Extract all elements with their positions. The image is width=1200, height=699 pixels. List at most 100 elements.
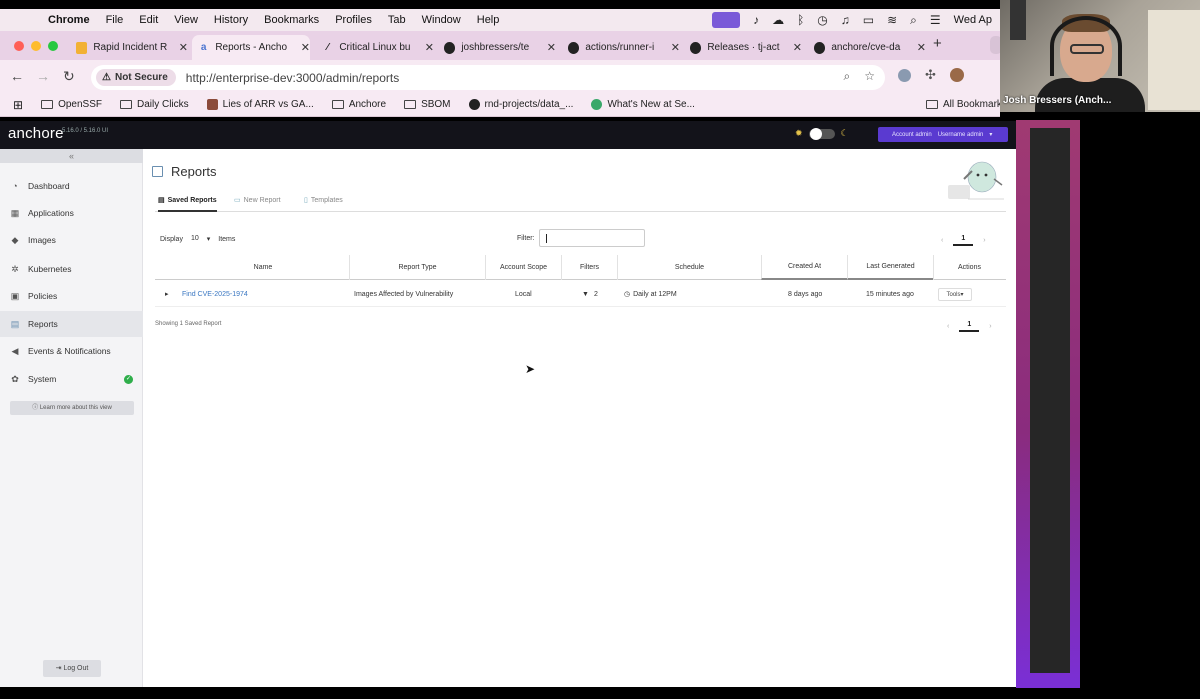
report-name-link[interactable]: Find CVE-2025-1974 (182, 281, 248, 307)
sidebar-item-kubernetes[interactable]: ✲ Kubernetes (0, 256, 143, 282)
search-icon[interactable]: ⌕ (910, 13, 917, 28)
close-icon[interactable]: ✕ (425, 41, 434, 54)
toggle-track[interactable] (808, 127, 835, 140)
close-window-icon[interactable] (14, 41, 24, 51)
column-header-schedule[interactable]: Schedule (617, 255, 761, 280)
bookmark-item[interactable]: OpenSSF (41, 99, 102, 110)
menu-window[interactable]: Window (422, 14, 461, 26)
browser-tab[interactable]: Rapid Incident R ✕ (70, 35, 188, 60)
folder-icon (41, 100, 54, 109)
sidebar-item-system[interactable]: ✿ System ✓ (0, 366, 143, 392)
bluetooth-icon[interactable]: ᛒ (797, 13, 804, 27)
browser-tab[interactable]: ⁄ Critical Linux bu ✕ (316, 35, 434, 60)
close-icon[interactable]: ✕ (547, 41, 556, 54)
apps-grid-icon[interactable]: ⊞ (13, 98, 23, 112)
menu-file[interactable]: File (106, 14, 124, 26)
url-text[interactable]: http://enterprise-dev:3000/admin/reports (186, 71, 399, 85)
filters-cell[interactable]: ▼ 2 (582, 281, 598, 307)
address-bar[interactable]: ⚠ Not Secure http://enterprise-dev:3000/… (91, 65, 885, 90)
wifi-icon[interactable]: ≋ (887, 13, 897, 27)
bookmark-item[interactable]: Anchore (331, 99, 386, 110)
zoom-icon[interactable]: ⌕ (844, 69, 851, 84)
sidebar-item-images[interactable]: ◆ Images (0, 227, 143, 253)
clock[interactable]: Wed Ap (954, 14, 992, 26)
close-icon[interactable]: ✕ (301, 41, 310, 54)
new-tab-button[interactable]: + (933, 35, 942, 52)
bookmark-item[interactable]: What's New at Se... (591, 99, 695, 110)
bookmark-item[interactable]: SBOM (404, 99, 451, 110)
menu-history[interactable]: History (214, 14, 248, 26)
menu-bookmarks[interactable]: Bookmarks (264, 14, 319, 26)
logout-button[interactable]: ⇥ Log Out (43, 660, 101, 677)
bookmark-item[interactable]: Lies of ARR vs GA... (206, 99, 314, 110)
theme-toggle[interactable]: ✹ ☾ (795, 127, 849, 140)
tab-new-report[interactable]: ▭ New Report (234, 196, 281, 205)
page-size-select[interactable]: 10 ▾ (191, 235, 210, 243)
tiktok-icon[interactable]: ♪ (753, 13, 759, 27)
volume-icon[interactable]: ♫ (841, 13, 850, 27)
sidebar-item-policies[interactable]: ▣ Policies (0, 283, 143, 309)
next-page-icon[interactable]: › (989, 323, 991, 330)
menu-help[interactable]: Help (477, 14, 500, 26)
maximize-window-icon[interactable] (48, 41, 58, 51)
bookmark-item[interactable]: rnd-projects/data_... (468, 99, 573, 110)
learn-more-button[interactable]: ⓘ Learn more about this view (10, 401, 134, 415)
sidebar-item-applications[interactable]: ▦ Applications (0, 200, 143, 226)
control-center-icon[interactable]: ☰ (930, 13, 941, 27)
minimize-window-icon[interactable] (31, 41, 41, 51)
close-icon[interactable]: ✕ (179, 41, 188, 54)
back-icon[interactable]: ← (10, 68, 24, 84)
column-header-filters[interactable]: Filters (561, 255, 617, 280)
account-menu[interactable]: Account admin Username admin ▾ (878, 127, 1008, 142)
sidebar-item-dashboard[interactable]: ◔ Dashboard (0, 173, 143, 199)
sidebar-item-reports[interactable]: ▤ Reports (0, 311, 143, 337)
all-bookmarks[interactable]: All Bookmarks (926, 99, 1007, 110)
column-header-created-at[interactable]: Created At (761, 255, 847, 280)
browser-tab[interactable]: actions/runner-i ✕ (562, 35, 680, 60)
forward-icon[interactable]: → (36, 68, 50, 84)
filter-input[interactable] (538, 229, 645, 247)
time-machine-icon[interactable]: ◷ (817, 13, 827, 27)
browser-tab-active[interactable]: a Reports - Ancho ✕ (192, 35, 310, 60)
created-at-cell: 8 days ago (788, 290, 823, 298)
prev-page-icon[interactable]: ‹ (947, 323, 949, 330)
column-header-report-type[interactable]: Report Type (349, 255, 485, 280)
tab-title: Rapid Incident R (93, 42, 168, 53)
tab-templates[interactable]: ▯ Templates (304, 196, 343, 205)
screen-share-icon[interactable] (712, 12, 741, 28)
close-icon[interactable]: ✕ (671, 41, 680, 54)
prev-page-icon[interactable]: ‹ (941, 237, 943, 244)
bookmark-star-icon[interactable]: ☆ (864, 69, 875, 84)
tab-saved-reports[interactable]: ▤ Saved Reports (158, 196, 217, 212)
extension-icon[interactable] (898, 68, 911, 82)
collapse-sidebar-button[interactable]: « (0, 149, 143, 163)
sidebar-item-events[interactable]: ◀ Events & Notifications (0, 338, 143, 364)
menu-tab[interactable]: Tab (388, 14, 406, 26)
column-header-name[interactable]: Name (177, 255, 349, 280)
menu-view[interactable]: View (174, 14, 198, 26)
avatar[interactable] (949, 68, 964, 82)
column-header-account-scope[interactable]: Account Scope (485, 255, 561, 280)
close-icon[interactable]: ✕ (917, 41, 926, 54)
battery-icon[interactable]: ▭ (863, 13, 874, 27)
tools-dropdown[interactable]: Tools ▾ (938, 288, 972, 301)
puzzle-icon[interactable]: ✣ (925, 67, 936, 83)
next-page-icon[interactable]: › (983, 237, 985, 244)
close-icon[interactable]: ✕ (793, 41, 802, 54)
menu-app-name[interactable]: Chrome (48, 14, 90, 26)
browser-tab[interactable]: anchore/cve-da ✕ (808, 35, 926, 60)
page-number[interactable]: 1 (953, 235, 974, 246)
browser-tab[interactable]: joshbressers/te ✕ (438, 35, 556, 60)
reload-icon[interactable]: ↻ (63, 68, 75, 85)
menu-edit[interactable]: Edit (139, 14, 158, 26)
omnibox-actions: ⌕ ☆ (844, 69, 876, 84)
page-number[interactable]: 1 (959, 321, 980, 332)
browser-tab[interactable]: Releases · tj-act ✕ (684, 35, 802, 60)
anchore-logo[interactable]: anchore (8, 125, 64, 142)
menu-profiles[interactable]: Profiles (335, 14, 372, 26)
bookmark-item[interactable]: Daily Clicks (119, 99, 189, 110)
cloud-icon[interactable]: ☁ (772, 13, 784, 27)
expand-row-icon[interactable]: ▸ (165, 281, 169, 307)
security-chip[interactable]: ⚠ Not Secure (96, 69, 176, 86)
column-header-last-generated[interactable]: Last Generated (847, 255, 933, 280)
